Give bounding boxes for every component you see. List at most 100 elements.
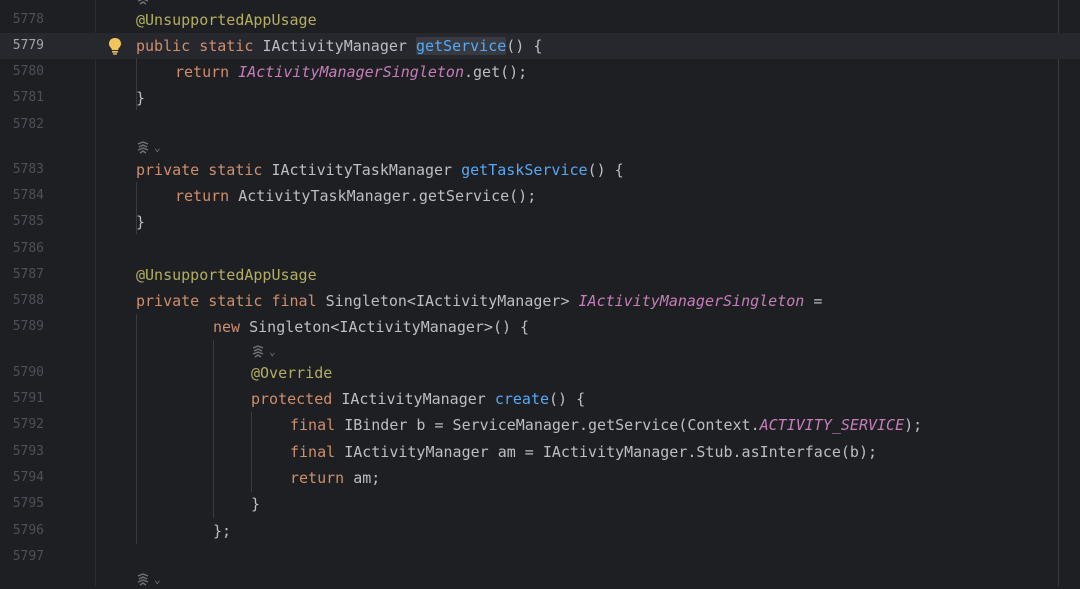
code-token: return <box>175 187 239 205</box>
code-token: } <box>136 89 146 107</box>
code-token: am; <box>353 469 381 487</box>
line-number: 5790 <box>12 365 44 380</box>
chevron-down-icon: ⌄ <box>154 140 161 154</box>
code-line[interactable]: 5795} <box>0 491 1080 517</box>
line-number: 5783 <box>12 162 44 177</box>
code-line[interactable]: 5783 private static IActivityTaskManager … <box>0 157 1080 183</box>
code-token: Singleton<IActivityManager> <box>325 292 579 310</box>
code-line[interactable]: 5788 private static final Singleton<IActi… <box>0 288 1080 314</box>
code-line[interactable]: 5778 @UnsupportedAppUsage <box>0 7 1080 33</box>
code-token: @UnsupportedAppUsage <box>136 266 317 284</box>
ai-inlay-icon <box>252 344 264 358</box>
code-token: @UnsupportedAppUsage <box>136 11 317 29</box>
code-token: public static <box>136 37 263 55</box>
code-token: } <box>136 213 146 231</box>
code-text: return ActivityTaskManager.getService(); <box>175 183 536 209</box>
code-token: protected <box>251 390 342 408</box>
code-text: } <box>251 491 260 517</box>
code-token: } <box>251 495 261 513</box>
code-token: Singleton<IActivityManager>() { <box>249 318 530 336</box>
ai-inlay-icon <box>137 572 149 586</box>
code-line[interactable]: 5784 return ActivityTaskManager.getServic… <box>0 183 1080 209</box>
code-text: private static final Singleton<IActivity… <box>136 288 822 314</box>
code-token: IBinder b = ServiceManager.getService(Co… <box>344 416 760 434</box>
code-line[interactable]: 5779 public static IActivityManager getSe… <box>0 33 1080 59</box>
ai-inlay-icon <box>137 140 149 154</box>
line-number: 5793 <box>12 444 44 459</box>
line-number: 5779 <box>12 38 44 53</box>
line-number: 5785 <box>12 214 44 229</box>
code-token: @Override <box>251 364 333 382</box>
code-token: ActivityTaskManager.getService(); <box>238 187 537 205</box>
indent-guide <box>213 340 214 518</box>
code-token: () { <box>549 390 586 408</box>
code-line[interactable]: 5782 <box>0 112 1080 138</box>
code-text: @UnsupportedAppUsage <box>136 7 317 33</box>
code-text: final IBinder b = ServiceManager.getServ… <box>290 412 922 438</box>
chevron-down-icon: ⌄ <box>154 572 161 586</box>
code-token: final <box>290 416 345 434</box>
code-line[interactable]: 5797 <box>0 544 1080 570</box>
line-number: 5797 <box>12 549 44 564</box>
code-token: IActivityManager <box>341 390 495 408</box>
inlay-hint[interactable] <box>136 0 151 8</box>
code-text: public static IActivityManager getServic… <box>136 33 542 59</box>
indent-guide <box>136 58 137 110</box>
code-token: final <box>290 443 345 461</box>
line-number: 5781 <box>12 90 44 105</box>
code-line[interactable]: 5785} <box>0 209 1080 235</box>
code-line[interactable]: 5787 @UnsupportedAppUsage <box>0 262 1080 288</box>
line-number: 5787 <box>12 267 44 282</box>
code-line[interactable]: 5794 return am; <box>0 465 1080 491</box>
code-text: } <box>136 209 145 235</box>
code-token: new <box>213 318 250 336</box>
code-token: = <box>804 292 823 310</box>
inlay-hint[interactable]: ⌄ <box>136 137 161 157</box>
code-line[interactable]: 5780 return IActivityManagerSingleton.get… <box>0 59 1080 85</box>
line-number: 5791 <box>12 391 44 406</box>
code-text: @UnsupportedAppUsage <box>136 262 317 288</box>
code-token: ); <box>904 416 923 434</box>
line-number: 5786 <box>12 241 44 256</box>
line-number: 5778 <box>12 12 44 27</box>
code-line[interactable]: 5790 @Override <box>0 360 1080 386</box>
inlay-hint[interactable]: ⌄ <box>136 569 161 589</box>
code-text: protected IActivityManager create() { <box>251 386 585 412</box>
code-token: IActivityTaskManager <box>271 161 462 179</box>
line-number: 5784 <box>12 188 44 203</box>
code-token: return <box>290 469 354 487</box>
line-number: 5794 <box>12 470 44 485</box>
code-token: IActivityManager <box>262 37 416 55</box>
indent-guide <box>136 182 137 234</box>
code-text: final IActivityManager am = IActivityMan… <box>290 439 877 465</box>
code-token: .get(); <box>464 63 528 81</box>
code-token: return <box>175 63 239 81</box>
code-line[interactable]: 5781} <box>0 85 1080 111</box>
indent-guide <box>251 412 252 492</box>
chevron-down-icon: ⌄ <box>269 344 276 358</box>
code-text: }; <box>213 518 231 544</box>
code-token: () { <box>506 37 543 55</box>
line-number: 5796 <box>12 523 44 538</box>
code-token: }; <box>213 522 232 540</box>
line-number: 5789 <box>12 319 44 334</box>
code-token: private static <box>136 161 272 179</box>
line-number: 5788 <box>12 293 44 308</box>
code-token: ACTIVITY_SERVICE <box>759 416 905 434</box>
inlay-hint[interactable]: ⌄ <box>251 341 276 361</box>
code-line[interactable]: 5786 <box>0 236 1080 262</box>
code-line[interactable]: 5793 final IActivityManager am = IActivit… <box>0 439 1080 465</box>
code-line[interactable]: 5792 final IBinder b = ServiceManager.get… <box>0 412 1080 438</box>
lightbulb-icon[interactable] <box>107 37 123 55</box>
line-number: 5795 <box>12 496 44 511</box>
ai-inlay-icon <box>137 0 149 5</box>
code-text: return IActivityManagerSingleton.get(); <box>175 59 527 85</box>
code-token: private static final <box>136 292 326 310</box>
code-token: IActivityManagerSingleton <box>578 292 805 310</box>
code-text: return am; <box>290 465 380 491</box>
code-line[interactable]: 5791 protected IActivityManager create() … <box>0 386 1080 412</box>
code-line[interactable]: 5789 new Singleton<IActivityManager>() { <box>0 314 1080 340</box>
code-line[interactable]: 5796}; <box>0 518 1080 544</box>
code-token: getService <box>415 37 507 55</box>
code-text: private static IActivityTaskManager getT… <box>136 157 624 183</box>
